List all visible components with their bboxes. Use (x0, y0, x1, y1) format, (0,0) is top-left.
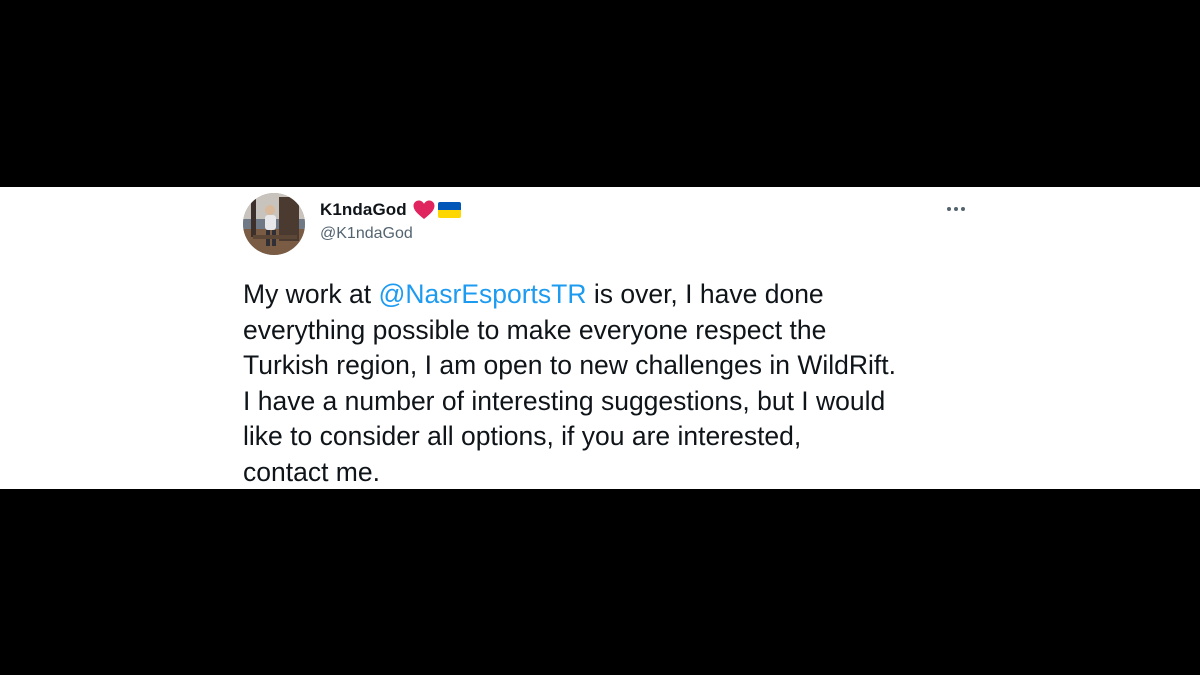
tweet-text: My work at @NasrEsportsTR is over, I hav… (243, 277, 983, 489)
more-options-icon (947, 207, 951, 211)
profile-photo-icon (243, 193, 305, 255)
tweet-text-intro: My work at (243, 279, 379, 309)
tweet-card: K1ndaGod @K1ndaGod My work at @NasrEspor… (0, 187, 1200, 489)
more-options-icon (954, 207, 958, 211)
more-options-button[interactable] (943, 200, 969, 218)
ukraine-flag-icon (437, 202, 461, 218)
mention-link[interactable]: @NasrEsportsTR (378, 279, 586, 309)
tweet-text-body: is over, I have done everything possible… (243, 279, 896, 487)
red-heart-icon (413, 200, 435, 220)
author-display-name[interactable]: K1ndaGod (320, 200, 407, 220)
author-block: K1ndaGod @K1ndaGod (320, 199, 461, 243)
author-handle[interactable]: @K1ndaGod (320, 225, 461, 243)
screenshot-frame: K1ndaGod @K1ndaGod My work at @NasrEspor… (0, 0, 1200, 675)
author-name-row: K1ndaGod (320, 199, 461, 221)
author-avatar[interactable] (243, 193, 305, 255)
more-options-icon (961, 207, 965, 211)
